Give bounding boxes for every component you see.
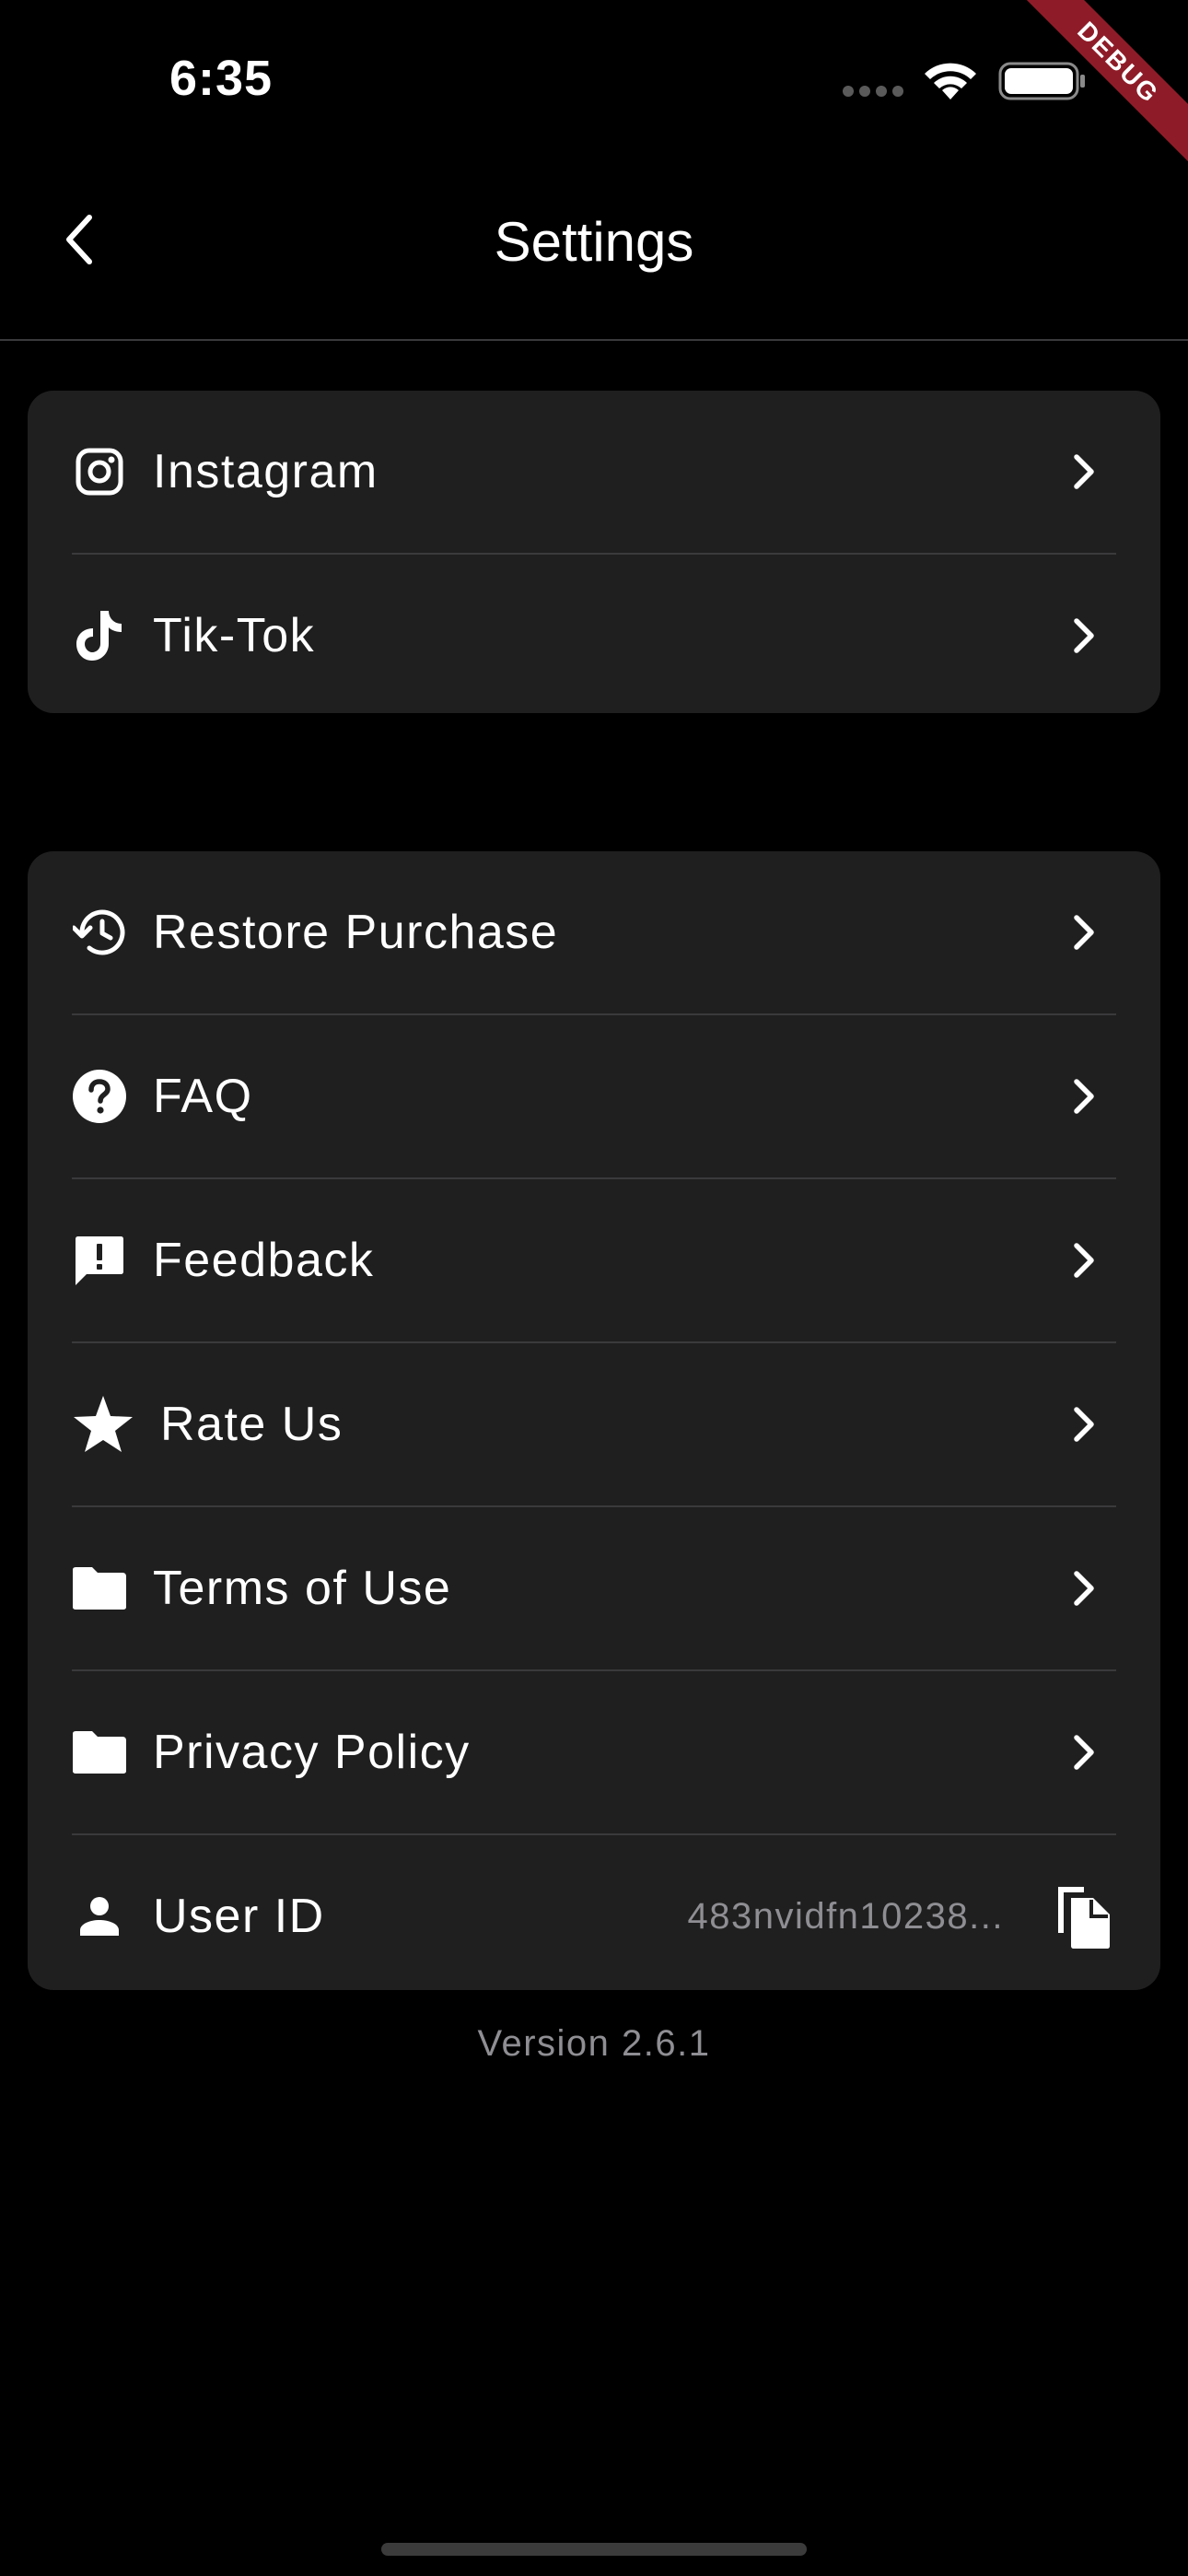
settings-item-tiktok[interactable]: Tik-Tok [72, 553, 1116, 717]
settings-item-label: Tik-Tok [153, 609, 316, 662]
chevron-right-icon [1066, 909, 1103, 955]
social-links-card: Instagram Tik-Tok [28, 391, 1160, 713]
settings-item-terms-of-use[interactable]: Terms of Use [72, 1505, 1116, 1669]
chevron-right-icon [1066, 1565, 1103, 1611]
chevron-right-icon [1066, 1401, 1103, 1447]
settings-item-label: Terms of Use [153, 1562, 452, 1615]
settings-item-privacy-policy[interactable]: Privacy Policy [72, 1669, 1116, 1833]
chevron-right-icon [1066, 1237, 1103, 1283]
copy-user-id-button[interactable] [1052, 1881, 1116, 1951]
chevron-right-icon [1066, 1073, 1103, 1119]
navigation-bar: Settings [0, 157, 1188, 341]
chevron-right-icon [1066, 1729, 1103, 1775]
chevron-right-icon [1066, 613, 1103, 659]
history-icon [72, 905, 127, 960]
tiktok-icon [72, 608, 127, 663]
settings-card: Restore Purchase FAQ Feedback Rate Us Te… [28, 851, 1160, 1990]
settings-item-label: Instagram [153, 445, 379, 498]
help-circle-icon [72, 1069, 127, 1124]
settings-item-label: Privacy Policy [153, 1726, 471, 1779]
copy-icon [1058, 1887, 1110, 1949]
folder-icon [72, 1561, 127, 1616]
settings-item-label: Restore Purchase [153, 906, 559, 959]
user-id-value: 483nvidfn10238... [687, 1895, 1004, 1937]
star-icon [72, 1396, 134, 1452]
feedback-icon [72, 1233, 127, 1288]
user-id-label: User ID [153, 1890, 325, 1943]
app-version: Version 2.6.1 [477, 2023, 711, 2064]
home-indicator [381, 2543, 807, 2556]
chevron-right-icon [1066, 449, 1103, 495]
wifi-icon [925, 63, 976, 100]
folder-icon [72, 1725, 127, 1780]
cellular-signal-icon [843, 86, 903, 97]
page-title: Settings [494, 211, 694, 273]
settings-item-restore-purchase[interactable]: Restore Purchase [72, 851, 1116, 1013]
settings-item-label: FAQ [153, 1070, 253, 1123]
settings-item-user-id: User ID 483nvidfn10238... [72, 1833, 1116, 1997]
battery-icon [998, 62, 1085, 100]
settings-item-instagram[interactable]: Instagram [72, 391, 1116, 553]
settings-item-label: Rate Us [160, 1398, 344, 1451]
status-bar: 6:35 DEBUG [0, 0, 1188, 162]
person-icon [72, 1889, 127, 1944]
settings-item-rate-us[interactable]: Rate Us [72, 1341, 1116, 1505]
settings-item-feedback[interactable]: Feedback [72, 1177, 1116, 1341]
settings-item-faq[interactable]: FAQ [72, 1013, 1116, 1177]
settings-item-label: Feedback [153, 1234, 375, 1287]
status-time: 6:35 [169, 51, 274, 106]
instagram-icon [72, 444, 127, 499]
